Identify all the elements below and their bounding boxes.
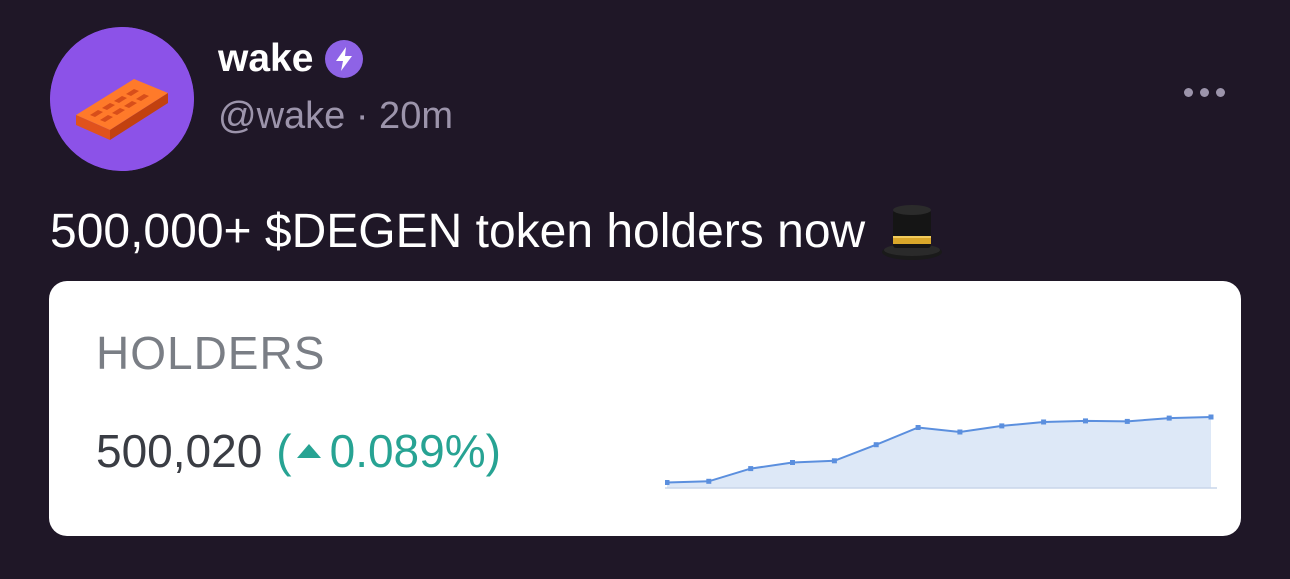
change-open-paren: ( bbox=[276, 425, 292, 477]
sparkline-point bbox=[957, 429, 963, 435]
post: wake @wake · 20m 500,000+ $DEGEN token h… bbox=[0, 0, 1290, 579]
holders-sparkline-chart bbox=[665, 414, 1217, 489]
post-text: 500,000+ $DEGEN token holders now bbox=[50, 200, 945, 264]
sparkline-point bbox=[748, 466, 754, 472]
sparkline-point bbox=[915, 425, 921, 430]
sparkline-point bbox=[999, 423, 1005, 429]
ellipsis-dot bbox=[1199, 87, 1209, 97]
top-hat-icon bbox=[879, 200, 945, 264]
author-row: wake bbox=[218, 36, 364, 82]
sparkline-point bbox=[1208, 414, 1214, 420]
ellipsis-dot bbox=[1215, 87, 1225, 97]
sparkline-point bbox=[706, 478, 712, 484]
lightning-bolt-badge-icon bbox=[325, 40, 364, 78]
sparkline-point bbox=[873, 442, 879, 448]
handle-and-timestamp: @wake · 20m bbox=[218, 95, 453, 137]
sparkline-point bbox=[1083, 418, 1088, 424]
holders-change: ( 0.089%) bbox=[276, 421, 501, 481]
holders-value-row: 500,020 ( 0.089%) bbox=[96, 421, 501, 481]
sparkline-area bbox=[667, 417, 1211, 488]
sparkline-point bbox=[1124, 418, 1130, 424]
brick-avatar-icon bbox=[50, 27, 194, 171]
sparkline-point bbox=[1166, 415, 1172, 421]
more-options-button[interactable] bbox=[1176, 78, 1232, 106]
sparkline-point bbox=[790, 460, 795, 465]
avatar[interactable] bbox=[50, 27, 194, 171]
holders-value: 500,020 bbox=[96, 425, 263, 477]
holders-label: HOLDERS bbox=[96, 327, 326, 379]
sparkline-point bbox=[831, 458, 837, 464]
sparkline-point bbox=[1041, 419, 1047, 425]
sparkline-point bbox=[665, 480, 670, 485]
up-arrow-icon bbox=[296, 443, 322, 459]
embed-card[interactable]: HOLDERS 500,020 ( 0.089%) bbox=[49, 281, 1241, 536]
ellipsis-icon bbox=[1183, 87, 1193, 97]
display-name[interactable]: wake bbox=[218, 36, 313, 82]
post-text-content: 500,000+ $DEGEN token holders now bbox=[50, 205, 866, 258]
change-value: 0.089%) bbox=[329, 425, 501, 477]
